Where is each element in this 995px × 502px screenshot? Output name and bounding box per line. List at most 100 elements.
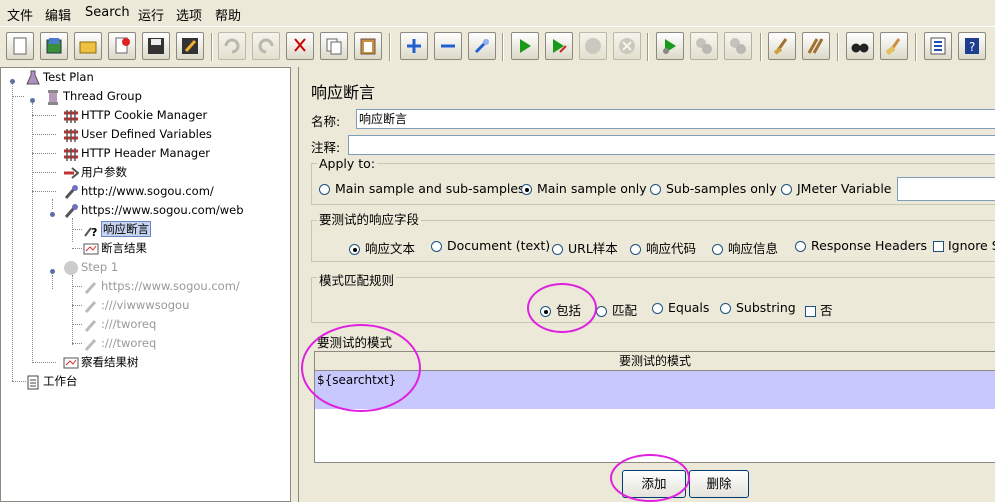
tree-toggle[interactable]: [50, 212, 55, 217]
radio-response-text[interactable]: 响应文本: [349, 238, 415, 257]
remote-stop-icon[interactable]: [690, 32, 718, 60]
toolbar-separator: [915, 33, 917, 61]
start-icon[interactable]: [511, 32, 539, 60]
radio-dot: [650, 184, 661, 195]
clear-icon[interactable]: [768, 32, 796, 60]
cut-icon[interactable]: [286, 32, 314, 60]
radio-dot: [630, 244, 641, 255]
radio-url-sample[interactable]: URL样本: [552, 238, 618, 257]
menu-file[interactable]: 文件: [7, 5, 33, 24]
tree-node-step1-child[interactable]: https://www.sogou.com/: [83, 277, 240, 295]
response-field-title: 要测试的响应字段: [317, 209, 422, 228]
name-label: 名称:: [311, 114, 341, 129]
delete-button[interactable]: 删除: [689, 470, 749, 498]
search-icon[interactable]: [846, 32, 874, 60]
tree-toggle[interactable]: [10, 79, 15, 84]
toolbar-separator: [760, 33, 762, 61]
menu-search[interactable]: Search: [85, 5, 130, 20]
radio-dot-selected: [540, 306, 551, 317]
tree-node-cookie-manager[interactable]: HTTP Cookie Manager: [63, 106, 207, 124]
radio-sub-only[interactable]: Sub-samples only: [650, 181, 777, 196]
listener-icon: [63, 355, 79, 371]
help-icon[interactable]: ?: [958, 32, 986, 60]
templates-icon[interactable]: [40, 32, 68, 60]
tree-toggle[interactable]: [50, 269, 55, 274]
reset-search-icon[interactable]: [880, 32, 908, 60]
add-button[interactable]: 添加: [622, 470, 686, 498]
test-plan-tree: Test Plan Thread Group HTTP Cookie Manag…: [0, 67, 291, 502]
tree-node-header-manager[interactable]: HTTP Header Manager: [63, 144, 210, 162]
save-icon[interactable]: [142, 32, 170, 60]
checkbox-not[interactable]: 否: [805, 300, 833, 319]
tree-node-user-defined-variables[interactable]: User Defined Variables: [63, 125, 212, 143]
jmeter-variable-field[interactable]: [897, 177, 995, 201]
listener-icon: [83, 241, 99, 257]
paste-icon[interactable]: [354, 32, 382, 60]
new-icon[interactable]: [6, 32, 34, 60]
redo-icon[interactable]: [252, 32, 280, 60]
tree-node-response-assertion[interactable]: ? 响应断言: [83, 220, 151, 239]
tree-node-step1[interactable]: Step 1: [63, 258, 118, 276]
remote-shutdown-icon[interactable]: [724, 32, 752, 60]
remote-start-icon[interactable]: [656, 32, 684, 60]
splitter[interactable]: [291, 67, 298, 502]
menu-edit[interactable]: 编辑: [45, 5, 71, 24]
radio-contains[interactable]: 包括: [540, 300, 581, 319]
checkbox-ignore-status[interactable]: Ignore S: [933, 238, 995, 253]
radio-main-only[interactable]: Main sample only: [521, 181, 647, 196]
pipette-icon: [83, 298, 99, 314]
toggle-icon[interactable]: [468, 32, 496, 60]
radio-document-text[interactable]: Document (text): [431, 238, 550, 253]
menu-help[interactable]: 帮助: [215, 5, 241, 24]
radio-response-message[interactable]: 响应信息: [712, 238, 778, 257]
open-icon[interactable]: [74, 32, 102, 60]
pipette-icon: [83, 317, 99, 333]
start-no-pause-icon[interactable]: [545, 32, 573, 60]
function-helper-icon[interactable]: [924, 32, 952, 60]
radio-jmeter-variable[interactable]: JMeter Variable: [781, 181, 891, 196]
tree-node-view-results-tree[interactable]: 察看结果树: [63, 353, 139, 371]
comment-field[interactable]: [348, 135, 995, 155]
flask-icon: [25, 70, 41, 86]
menu-run[interactable]: 运行: [138, 5, 164, 24]
stop-icon[interactable]: [579, 32, 607, 60]
tree-node-step1-child[interactable]: :///tworeq: [83, 334, 156, 352]
tree-node-step1-child[interactable]: :///viwwwsogou: [83, 296, 189, 314]
tree-node-step1-child[interactable]: :///tworeq: [83, 315, 156, 333]
config-icon: [63, 146, 79, 162]
copy-icon[interactable]: [320, 32, 348, 60]
preprocessor-icon: [63, 165, 80, 181]
tree-toggle[interactable]: [30, 98, 35, 103]
table-row[interactable]: ${searchtxt}: [315, 371, 995, 409]
shutdown-icon[interactable]: [613, 32, 641, 60]
radio-substring[interactable]: Substring: [720, 300, 796, 315]
tree-node-test-plan[interactable]: Test Plan: [25, 68, 94, 86]
toolbar-separator: [647, 33, 649, 61]
radio-dot: [596, 306, 607, 317]
collapse-icon[interactable]: [434, 32, 462, 60]
radio-dot: [431, 241, 442, 252]
tree-node-sampler-sogou-web[interactable]: https://www.sogou.com/web: [63, 201, 244, 219]
expand-icon[interactable]: [400, 32, 428, 60]
toolbar-separator: [502, 33, 504, 61]
close-icon[interactable]: [108, 32, 136, 60]
radio-response-headers[interactable]: Response Headers: [795, 238, 927, 253]
undo-icon[interactable]: [218, 32, 246, 60]
name-field[interactable]: 响应断言: [356, 109, 995, 129]
radio-matches[interactable]: 匹配: [596, 300, 637, 319]
response-assertion-panel: 响应断言 名称: 响应断言 注释: Apply to: Main sample …: [298, 67, 995, 502]
pipette-icon: [83, 279, 99, 295]
radio-response-code[interactable]: 响应代码: [630, 238, 696, 257]
tree-node-assertion-results[interactable]: 断言结果: [83, 239, 147, 257]
checkbox-box: [805, 306, 816, 317]
patterns-column-header: 要测试的模式: [315, 352, 995, 371]
menu-options[interactable]: 选项: [176, 5, 202, 24]
tree-node-sampler-sogou[interactable]: http://www.sogou.com/: [63, 182, 214, 200]
tree-node-workbench[interactable]: 工作台: [25, 372, 78, 390]
tree-node-thread-group[interactable]: Thread Group: [45, 87, 142, 105]
radio-equals[interactable]: Equals: [652, 300, 709, 315]
tree-node-user-params[interactable]: 用户参数: [63, 163, 127, 181]
save-as-icon[interactable]: [176, 32, 204, 60]
clear-all-icon[interactable]: [802, 32, 830, 60]
radio-main-and-sub[interactable]: Main sample and sub-samples: [319, 181, 525, 196]
